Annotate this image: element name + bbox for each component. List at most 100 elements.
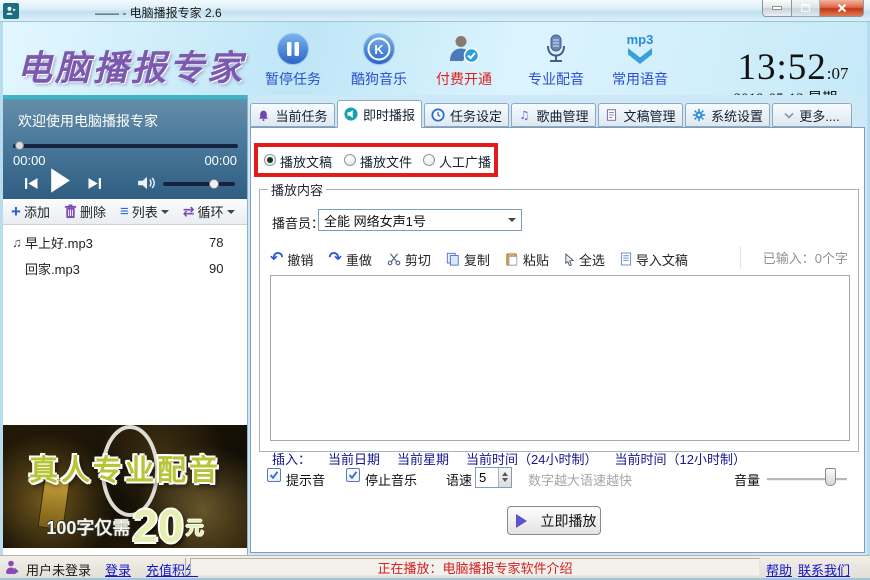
help-link[interactable]: 帮助 bbox=[766, 560, 792, 579]
play-content-group: 播放内容 播音员： 全能 网络女声1号 ↶ 撤销 ↷ 重做 bbox=[259, 180, 859, 452]
chevron-down-icon bbox=[784, 112, 794, 119]
select-all-label: 全选 bbox=[579, 250, 605, 269]
now-playing-panel: 正在播放：电脑播报专家软件介绍 bbox=[190, 558, 760, 576]
maximize-icon bbox=[801, 4, 810, 12]
playlist: ♫ 早上好.mp3 78 回家.mp3 90 bbox=[3, 225, 247, 425]
clock-icon bbox=[431, 108, 445, 122]
check-icon bbox=[269, 470, 279, 480]
dropdown-button[interactable] bbox=[503, 210, 521, 230]
stop-music-checkbox[interactable] bbox=[346, 468, 360, 482]
redo-button[interactable]: ↷ 重做 bbox=[328, 250, 371, 269]
tab-label: 文稿管理 bbox=[623, 106, 675, 125]
kugou-music-button[interactable]: K 酷狗音乐 bbox=[339, 32, 419, 89]
close-button[interactable] bbox=[820, 0, 864, 17]
paste-button[interactable]: 粘贴 bbox=[505, 250, 549, 269]
radio-manual-broadcast[interactable] bbox=[423, 154, 435, 166]
copy-button[interactable]: 复制 bbox=[446, 250, 490, 269]
track-name: 回家.mp3 bbox=[25, 259, 209, 278]
cut-button[interactable]: 剪切 bbox=[387, 250, 431, 269]
next-icon bbox=[87, 177, 103, 190]
login-link[interactable]: 登录 bbox=[105, 560, 131, 579]
insert-current-time-12h[interactable]: 当前时间（12小时制） bbox=[615, 449, 746, 468]
progress-bar[interactable] bbox=[13, 144, 238, 148]
ad-headline: 真人专业配音 bbox=[3, 447, 247, 489]
copy-icon bbox=[446, 252, 460, 266]
tab-instant-broadcast[interactable]: 即时播报 bbox=[337, 100, 422, 128]
progress-knob[interactable] bbox=[15, 141, 24, 150]
radio-label[interactable]: 人工广播 bbox=[439, 152, 491, 171]
speed-input[interactable] bbox=[476, 468, 498, 487]
radio-play-script[interactable] bbox=[264, 154, 276, 166]
tab-bar: 当前任务 即时播报 任务设定 ♫ 歌曲管理 文稿管理 系统设置 bbox=[250, 100, 854, 127]
play-now-button[interactable]: 立即播放 bbox=[507, 506, 601, 535]
mp3-icon: mp3 bbox=[600, 32, 680, 68]
pause-task-button[interactable]: 暂停任务 bbox=[253, 32, 333, 89]
ad-banner[interactable]: 真人专业配音 100字仅需 20 元 bbox=[3, 425, 247, 548]
chevron-down-icon bbox=[161, 210, 169, 218]
common-voice-button[interactable]: mp3 常用语音 bbox=[600, 32, 680, 89]
radio-label[interactable]: 播放文稿 bbox=[280, 152, 332, 171]
tab-script-management[interactable]: 文稿管理 bbox=[598, 103, 683, 127]
beep-checkbox[interactable] bbox=[267, 468, 281, 482]
tab-label: 当前任务 bbox=[275, 106, 327, 125]
app-icon[interactable] bbox=[3, 3, 19, 19]
chevron-down-icon bbox=[227, 210, 235, 218]
svg-text:mp3: mp3 bbox=[627, 32, 654, 47]
minimize-button[interactable] bbox=[762, 0, 792, 17]
tab-label: 更多.... bbox=[799, 106, 839, 125]
tab-more[interactable]: 更多.... bbox=[772, 103, 852, 127]
insert-label: 插入： bbox=[272, 449, 311, 468]
tab-song-management[interactable]: ♫ 歌曲管理 bbox=[511, 103, 596, 127]
beep-label[interactable]: 提示音 bbox=[286, 470, 325, 489]
previous-icon bbox=[23, 177, 39, 190]
speed-hint: 数字越大语速越快 bbox=[528, 470, 632, 489]
stepper-buttons[interactable] bbox=[498, 468, 511, 487]
trash-icon bbox=[64, 204, 77, 219]
play-button[interactable] bbox=[49, 167, 71, 197]
maximize-button[interactable] bbox=[792, 0, 820, 17]
paste-label: 粘贴 bbox=[523, 250, 549, 269]
pay-activate-button[interactable]: 付费开通 bbox=[424, 32, 504, 89]
playlist-row[interactable]: ♫ 早上好.mp3 78 bbox=[3, 229, 247, 255]
previous-button[interactable] bbox=[23, 177, 39, 193]
action-label: 酷狗音乐 bbox=[339, 69, 419, 89]
announcer-select[interactable]: 全能 网络女声1号 bbox=[318, 209, 522, 231]
tab-current-tasks[interactable]: 当前任务 bbox=[250, 103, 335, 127]
track-value: 90 bbox=[209, 261, 247, 276]
radio-label[interactable]: 播放文件 bbox=[360, 152, 412, 171]
playlist-row[interactable]: 回家.mp3 90 bbox=[3, 255, 247, 281]
script-textarea[interactable] bbox=[270, 275, 850, 441]
ad-price: 20 bbox=[132, 506, 183, 546]
undo-button[interactable]: ↶ 撤销 bbox=[270, 250, 313, 269]
contact-link[interactable]: 联系我们 bbox=[798, 560, 850, 579]
cursor-icon bbox=[564, 253, 575, 266]
add-button[interactable]: + 添加 bbox=[11, 202, 50, 221]
next-button[interactable] bbox=[87, 177, 103, 193]
pro-dubbing-button[interactable]: 专业配音 bbox=[516, 32, 596, 89]
loop-label: 循环 bbox=[197, 202, 223, 221]
stop-music-label[interactable]: 停止音乐 bbox=[365, 470, 417, 489]
list-button[interactable]: ≡ 列表 bbox=[120, 202, 169, 221]
tab-task-settings[interactable]: 任务设定 bbox=[424, 103, 509, 127]
insert-row: 插入： 当前日期 当前星期 当前时间（24小时制） 当前时间（12小时制） bbox=[272, 449, 746, 468]
insert-current-weekday[interactable]: 当前星期 bbox=[397, 449, 449, 468]
select-all-button[interactable]: 全选 bbox=[564, 250, 605, 269]
volume-icon[interactable] bbox=[137, 175, 157, 194]
clock-seconds: :07 bbox=[827, 64, 849, 83]
volume-slider[interactable] bbox=[163, 182, 235, 186]
radio-play-file[interactable] bbox=[344, 154, 356, 166]
tab-system-settings[interactable]: 系统设置 bbox=[685, 103, 770, 127]
redo-label: 重做 bbox=[346, 250, 372, 269]
import-script-button[interactable]: 导入文稿 bbox=[620, 250, 688, 269]
loop-button[interactable]: ⇄ 循环 bbox=[183, 202, 235, 221]
playlist-toolbar: + 添加 删除 ≡ 列表 ⇄ 循环 bbox=[3, 199, 247, 225]
app-logo: 电脑播报专家 bbox=[17, 40, 245, 91]
volume-knob[interactable] bbox=[209, 179, 219, 189]
insert-current-time-24h[interactable]: 当前时间（24小时制） bbox=[466, 449, 597, 468]
plus-icon: + bbox=[11, 205, 21, 219]
delete-button[interactable]: 删除 bbox=[64, 202, 106, 221]
copy-label: 复制 bbox=[464, 250, 490, 269]
tab-label: 即时播报 bbox=[363, 105, 415, 124]
output-volume-thumb[interactable] bbox=[825, 468, 836, 486]
insert-current-date[interactable]: 当前日期 bbox=[328, 449, 380, 468]
